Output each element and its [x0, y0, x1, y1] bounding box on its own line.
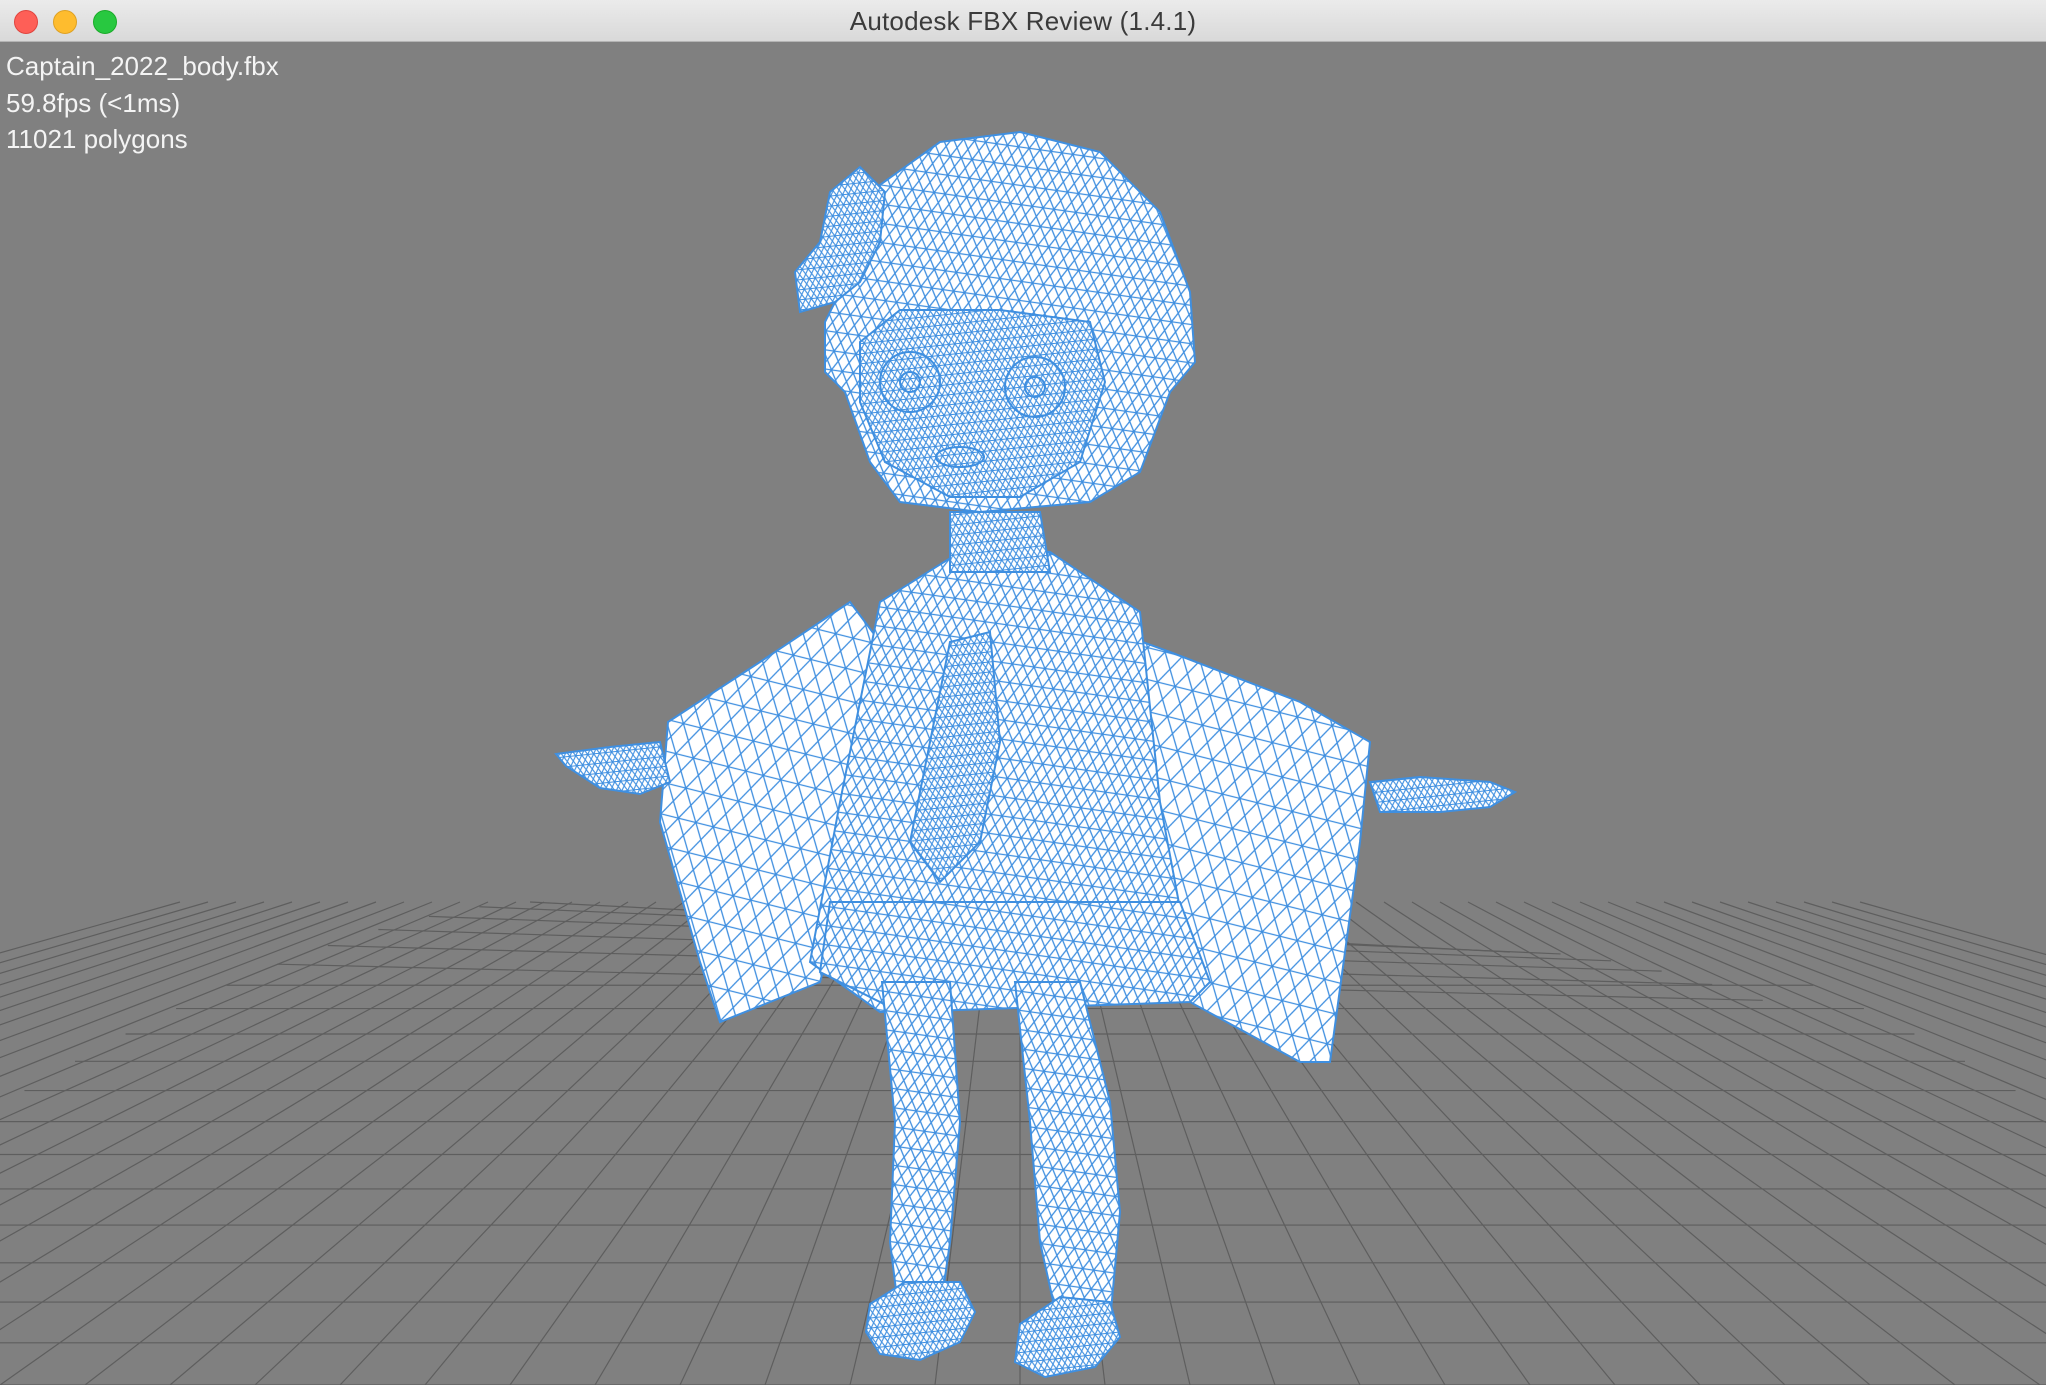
app-window: Autodesk FBX Review (1.4.1) Captain_2022…	[0, 0, 2046, 1385]
window-title: Autodesk FBX Review (1.4.1)	[849, 6, 1197, 36]
left-hand	[554, 740, 672, 796]
mouth	[935, 446, 985, 468]
left-shoe	[864, 1281, 977, 1362]
title-bar[interactable]: Autodesk FBX Review (1.4.1)	[0, 0, 2046, 42]
neck	[949, 511, 1052, 573]
left-eye	[879, 351, 941, 413]
scene-canvas[interactable]	[0, 42, 2046, 1385]
polygon-count-label: 11021 polygons	[6, 124, 188, 154]
hud-overlay: Captain_2022_body.fbx 59.8fps (<1ms) 110…	[6, 48, 279, 158]
fps-label: 59.8fps (<1ms)	[6, 87, 181, 118]
right-eye	[1004, 356, 1066, 418]
right-shoe	[1013, 1295, 1122, 1379]
3d-viewport[interactable]: Captain_2022_body.fbx 59.8fps (<1ms) 110…	[0, 42, 2046, 1385]
file-name-label: Captain_2022_body.fbx	[6, 51, 279, 81]
character-wireframe	[554, 130, 1518, 1379]
right-hand	[1368, 775, 1518, 813]
skirt	[818, 901, 1212, 1014]
